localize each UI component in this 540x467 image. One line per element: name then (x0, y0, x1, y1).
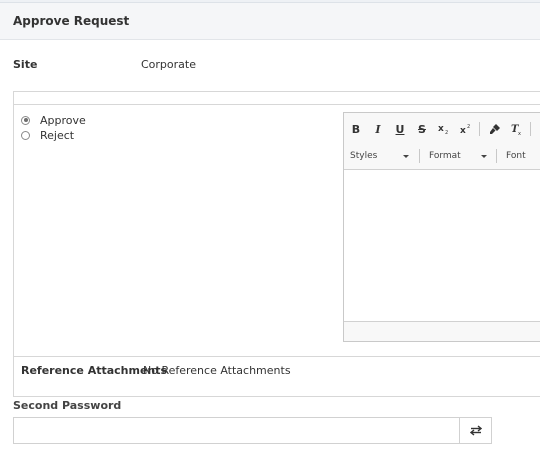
second-password-label: Second Password (13, 399, 122, 412)
editor-status-bar (344, 321, 540, 341)
format-dropdown[interactable]: Format (423, 147, 493, 165)
remove-format-button[interactable]: T x (507, 119, 527, 139)
password-toggle-button[interactable] (459, 417, 492, 444)
font-dropdown[interactable]: Font (500, 147, 540, 165)
numbered-list-button[interactable]: 1 2 3 (536, 119, 540, 139)
subscript-icon: x 2 (438, 124, 448, 135)
site-label: Site (13, 58, 38, 71)
chevron-down-icon (481, 154, 487, 158)
editor-toolbar: B I U S x 2 x 2 T x Styles Format Font (344, 113, 540, 170)
underline-button[interactable]: U (390, 119, 410, 139)
section-divider-bar (13, 91, 540, 104)
reference-attachments-row: Reference Attachments No Reference Attac… (13, 357, 540, 397)
page-title: Approve Request (13, 14, 130, 28)
superscript-icon: x 2 (460, 124, 470, 135)
approve-option[interactable]: Approve (21, 113, 86, 127)
superscript-button[interactable]: x 2 (456, 119, 476, 139)
reject-radio[interactable] (21, 130, 30, 140)
reject-label[interactable]: Reject (40, 129, 74, 142)
styles-label: Styles (350, 151, 378, 161)
strikethrough-button[interactable]: S (412, 119, 432, 139)
format-label: Format (429, 151, 461, 161)
svg-text:x: x (518, 131, 521, 135)
reference-attachments-value: No Reference Attachments (143, 364, 291, 377)
svg-text:2: 2 (445, 130, 448, 135)
chevron-down-icon (403, 154, 409, 158)
toolbar-separator (496, 149, 497, 163)
second-password-input[interactable] (13, 417, 460, 444)
svg-text:x: x (438, 124, 444, 134)
site-value: Corporate (141, 58, 196, 71)
remove-format-icon: T x (511, 124, 521, 135)
toolbar-separator (479, 122, 480, 136)
copy-format-button[interactable] (485, 119, 505, 139)
approve-label[interactable]: Approve (40, 114, 86, 127)
subscript-button[interactable]: x 2 (434, 119, 454, 139)
italic-button[interactable]: I (368, 119, 388, 139)
toolbar-separator (530, 122, 531, 136)
panel-header: Approve Request (0, 3, 540, 40)
reject-option[interactable]: Reject (21, 128, 74, 142)
decision-panel: Approve Reject B I U S x 2 x 2 T x Style… (13, 104, 540, 357)
approve-radio[interactable] (21, 115, 30, 125)
swap-arrows-icon (469, 425, 482, 436)
svg-text:2: 2 (467, 124, 470, 130)
font-label: Font (506, 151, 526, 161)
rich-text-editor: B I U S x 2 x 2 T x Styles Format Font (343, 112, 540, 342)
styles-dropdown[interactable]: Styles (344, 147, 416, 165)
svg-text:x: x (460, 126, 466, 135)
bold-button[interactable]: B (346, 119, 366, 139)
editor-content-area[interactable] (344, 171, 540, 321)
paint-brush-icon (490, 124, 500, 134)
toolbar-separator (419, 149, 420, 163)
